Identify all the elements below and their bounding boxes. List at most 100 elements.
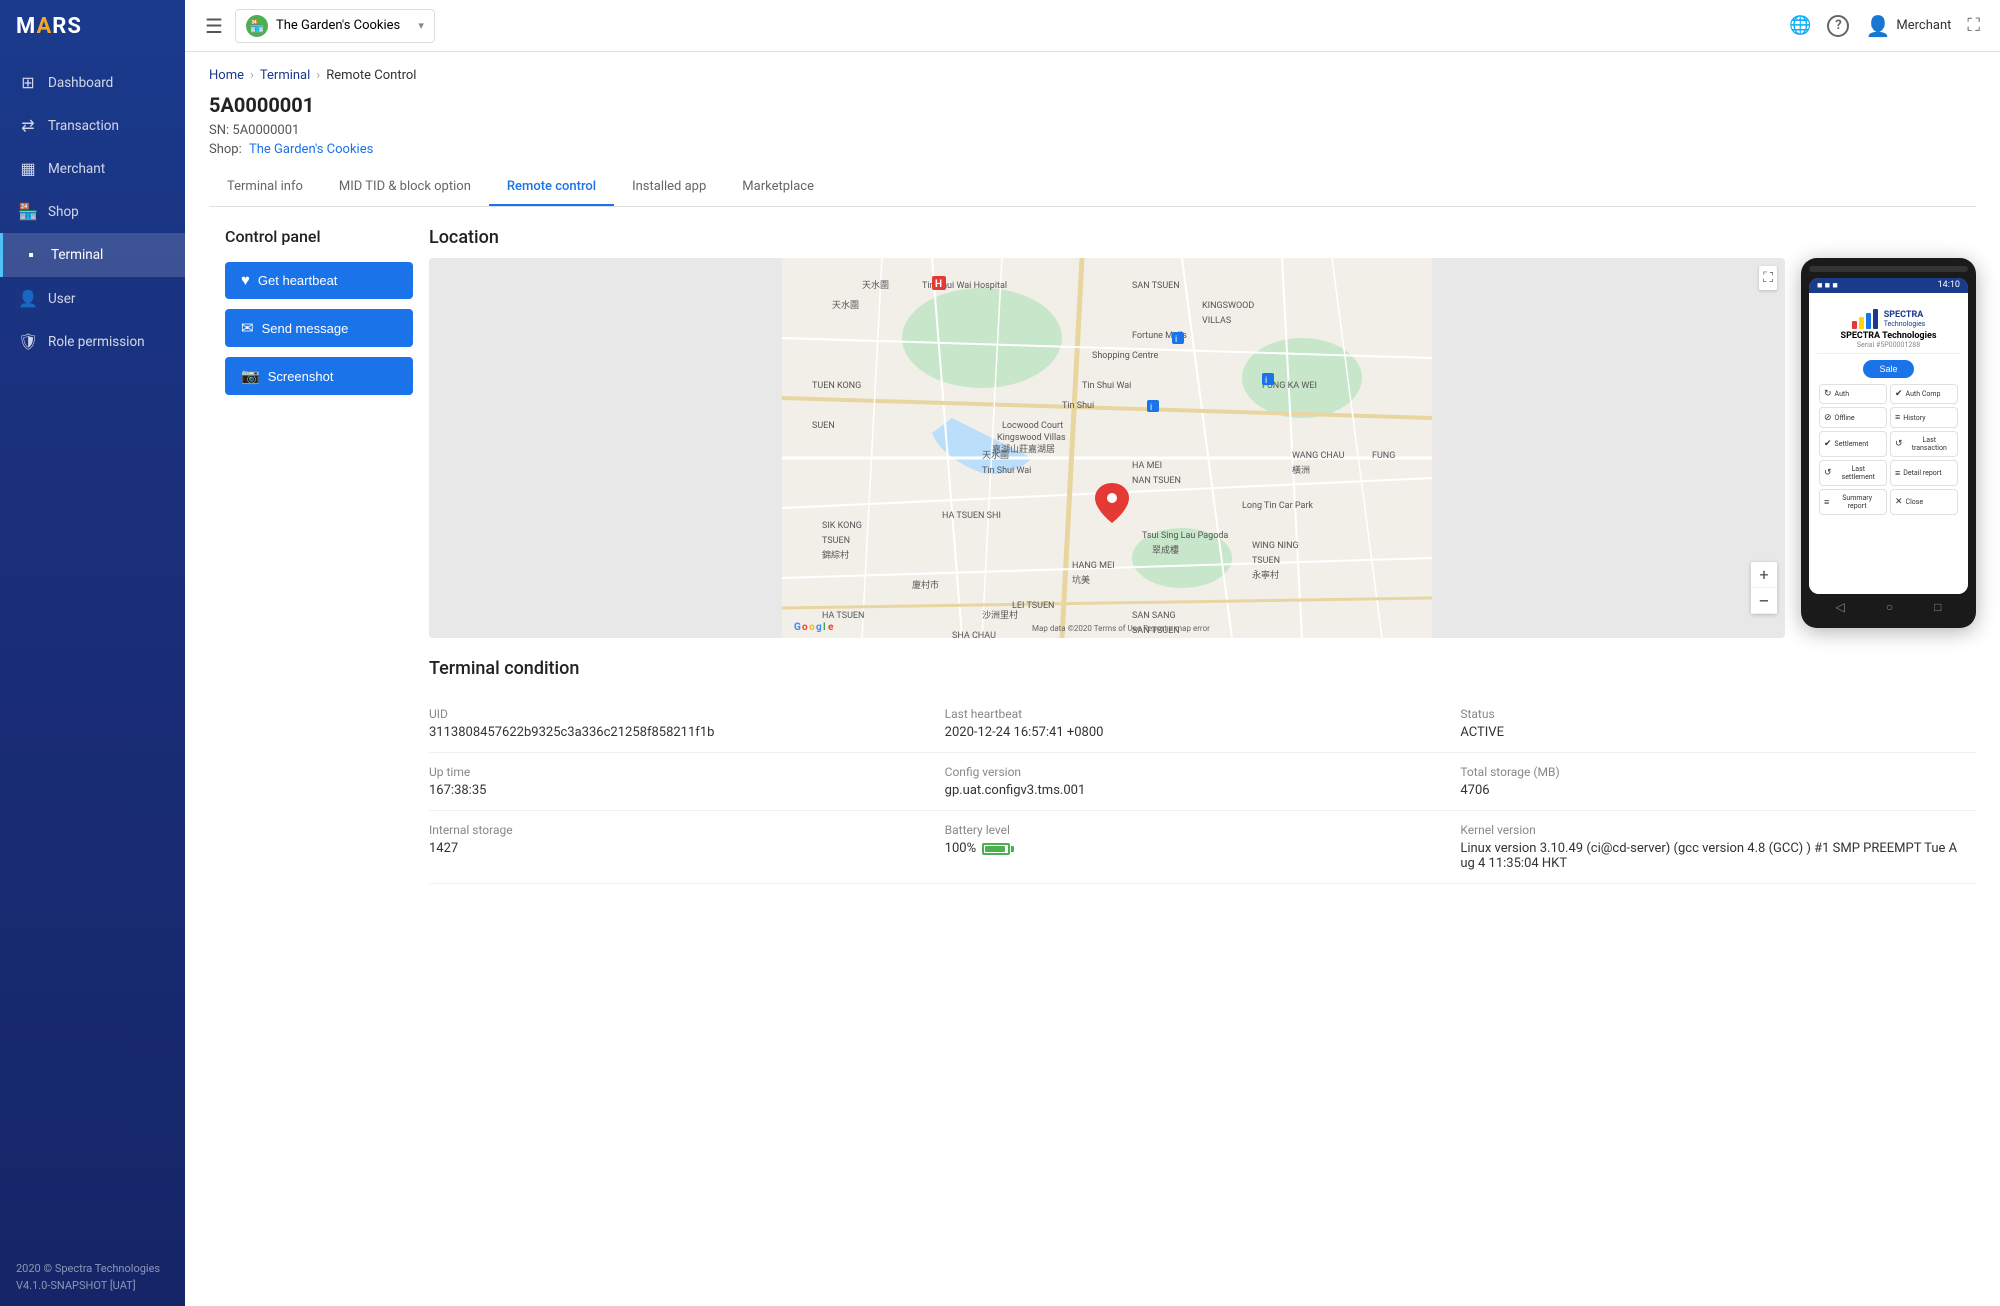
device-preview: ■ ■ ■ 14:10 bbox=[1801, 258, 1976, 638]
sidebar-footer: 2020 © Spectra TechnologiesV4.1.0-SNAPSH… bbox=[0, 1249, 185, 1306]
phone-grid-history: ≡ History bbox=[1890, 407, 1958, 428]
svg-text:H: H bbox=[935, 279, 942, 290]
phone-app-area: SPECTRA Technologies SPECTRA Technologie… bbox=[1809, 293, 1968, 594]
svg-text:HA MEI: HA MEI bbox=[1132, 461, 1162, 471]
phone-grid-last-settlement: ↺ Last settlement bbox=[1819, 460, 1887, 486]
merchant-icon: ▦ bbox=[18, 159, 38, 178]
phone-logo-area: SPECTRA Technologies SPECTRA Technologie… bbox=[1817, 301, 1960, 354]
svg-text:翠成樓: 翠成樓 bbox=[1152, 544, 1179, 556]
zoom-in-button[interactable]: + bbox=[1751, 562, 1777, 588]
svg-text:橫洲: 橫洲 bbox=[1292, 464, 1310, 476]
control-panel-title: Control panel bbox=[225, 227, 413, 246]
sidebar: MARS ⊞ Dashboard ⇄ Transaction ▦ Merchan… bbox=[0, 0, 185, 1306]
svg-text:嘉湖山莊嘉湖居: 嘉湖山莊嘉湖居 bbox=[992, 443, 1055, 455]
camera-icon: 📷 bbox=[241, 367, 260, 385]
transaction-icon: ⇄ bbox=[18, 116, 38, 135]
svg-text:o: o bbox=[809, 622, 815, 633]
shop-selector[interactable]: 🏪 The Garden's Cookies ▾ bbox=[235, 9, 435, 43]
sidebar-logo: MARS bbox=[0, 0, 185, 53]
tc-config-version: Config version gp.uat.configv3.tms.001 bbox=[945, 753, 1461, 811]
tc-battery-label: Battery level bbox=[945, 823, 1445, 837]
globe-icon[interactable]: 🌐 bbox=[1789, 15, 1811, 36]
phone-recent-icon[interactable]: □ bbox=[1934, 600, 1941, 614]
user-icon: 👤 bbox=[18, 289, 38, 308]
spectra-sub: Technologies bbox=[1884, 320, 1926, 328]
svg-text:HA TSUEN: HA TSUEN bbox=[822, 611, 864, 621]
tab-marketplace[interactable]: Marketplace bbox=[724, 169, 832, 206]
tc-kernel-value: Linux version 3.10.49 (ci@cd-server) (gc… bbox=[1460, 841, 1960, 871]
phone-top-bar bbox=[1809, 266, 1968, 272]
terminal-id: 5A0000001 bbox=[209, 93, 1976, 117]
location-title: Location bbox=[429, 227, 1976, 248]
tab-mid-tid[interactable]: MID TID & block option bbox=[321, 169, 489, 206]
terminal-condition: Terminal condition UID 3113808457622b932… bbox=[429, 638, 1976, 884]
phone-grid-settlement: ✔ Settlement bbox=[1819, 431, 1887, 457]
history-icon: ≡ bbox=[1895, 412, 1900, 423]
svg-text:Tin Shui Wai: Tin Shui Wai bbox=[1082, 381, 1131, 391]
breadcrumb-terminal[interactable]: Terminal bbox=[260, 68, 310, 83]
phone-home-icon[interactable]: ○ bbox=[1886, 600, 1893, 614]
svg-text:天水圍: 天水圍 bbox=[862, 279, 889, 291]
svg-text:SAN SANG: SAN SANG bbox=[1132, 611, 1176, 621]
tc-internal-value: 1427 bbox=[429, 841, 929, 856]
send-message-button[interactable]: ✉ Send message bbox=[225, 309, 413, 347]
svg-text:i: i bbox=[1175, 335, 1177, 345]
svg-text:WANG CHAU: WANG CHAU bbox=[1292, 451, 1345, 461]
shop-selector-name: The Garden's Cookies bbox=[276, 18, 410, 33]
get-heartbeat-button[interactable]: ♥ Get heartbeat bbox=[225, 262, 413, 299]
tc-heartbeat-value: 2020-12-24 16:57:41 +0800 bbox=[945, 725, 1445, 740]
sidebar-item-terminal[interactable]: ▪ Terminal bbox=[0, 233, 185, 277]
map-expand-button[interactable]: ⛶ bbox=[1759, 266, 1777, 290]
topbar-right: 🌐 ? 👤 Merchant ⛶ bbox=[1789, 14, 1980, 38]
svg-text:G: G bbox=[794, 622, 801, 633]
help-icon[interactable]: ? bbox=[1827, 15, 1849, 37]
user-area[interactable]: 👤 Merchant bbox=[1865, 14, 1951, 38]
tc-kernel-label: Kernel version bbox=[1460, 823, 1960, 837]
tc-internal-label: Internal storage bbox=[429, 823, 929, 837]
tab-remote-control[interactable]: Remote control bbox=[489, 169, 614, 206]
svg-text:SAN TSUEN: SAN TSUEN bbox=[1132, 281, 1180, 291]
shop-link[interactable]: The Garden's Cookies bbox=[249, 142, 373, 157]
zoom-out-button[interactable]: − bbox=[1751, 588, 1777, 614]
sidebar-item-shop[interactable]: 🏪 Shop bbox=[0, 190, 185, 233]
phone-back-icon[interactable]: ◁ bbox=[1836, 600, 1845, 614]
auth-icon: ↻ bbox=[1824, 389, 1832, 399]
svg-text:TUEN KONG: TUEN KONG bbox=[812, 381, 861, 391]
tab-content: Control panel ♥ Get heartbeat ✉ Send mes… bbox=[209, 207, 1976, 884]
chevron-down-icon: ▾ bbox=[418, 19, 424, 32]
breadcrumb-home[interactable]: Home bbox=[209, 68, 244, 83]
phone-sale-button[interactable]: Sale bbox=[1863, 360, 1913, 378]
phone-grid-auth: ↻ Auth bbox=[1819, 384, 1887, 404]
sidebar-item-merchant[interactable]: ▦ Merchant bbox=[0, 147, 185, 190]
phone-mockup: ■ ■ ■ 14:10 bbox=[1801, 258, 1976, 628]
tc-storage-label: Total storage (MB) bbox=[1460, 765, 1960, 779]
hamburger-icon[interactable]: ☰ bbox=[205, 14, 223, 38]
screenshot-button[interactable]: 📷 Screenshot bbox=[225, 357, 413, 395]
main-area: ☰ 🏪 The Garden's Cookies ▾ 🌐 ? 👤 Merchan… bbox=[185, 0, 2000, 1306]
terminal-icon: ▪ bbox=[21, 245, 41, 265]
sidebar-item-role-permission[interactable]: 🛡 Role permission bbox=[0, 320, 185, 363]
phone-grid-summary-report: ≡ Summary report bbox=[1819, 489, 1887, 515]
sidebar-item-user[interactable]: 👤 User bbox=[0, 277, 185, 320]
svg-text:Tsui Sing Lau Pagoda: Tsui Sing Lau Pagoda bbox=[1142, 531, 1228, 541]
message-icon: ✉ bbox=[241, 319, 254, 337]
tab-terminal-info[interactable]: Terminal info bbox=[209, 169, 321, 206]
tc-last-heartbeat: Last heartbeat 2020-12-24 16:57:41 +0800 bbox=[945, 695, 1461, 753]
tc-status: Status ACTIVE bbox=[1460, 695, 1976, 753]
tab-installed-app[interactable]: Installed app bbox=[614, 169, 724, 206]
logo-text: MARS bbox=[16, 14, 82, 39]
shop-icon: 🏪 bbox=[18, 202, 38, 221]
svg-text:TSUEN: TSUEN bbox=[822, 536, 850, 546]
sidebar-nav: ⊞ Dashboard ⇄ Transaction ▦ Merchant 🏪 S… bbox=[0, 53, 185, 1249]
expand-icon[interactable]: ⛶ bbox=[1967, 15, 1980, 36]
offline-icon: ⊘ bbox=[1824, 413, 1832, 423]
spectra-logo: SPECTRA Technologies bbox=[1852, 309, 1926, 329]
svg-text:Shopping Centre: Shopping Centre bbox=[1092, 351, 1158, 361]
svg-text:VILLAS: VILLAS bbox=[1202, 316, 1231, 326]
tc-heartbeat-label: Last heartbeat bbox=[945, 707, 1445, 721]
sidebar-item-dashboard[interactable]: ⊞ Dashboard bbox=[0, 61, 185, 104]
sidebar-item-transaction[interactable]: ⇄ Transaction bbox=[0, 104, 185, 147]
breadcrumb-sep-1: › bbox=[250, 68, 254, 83]
tc-status-value: ACTIVE bbox=[1460, 725, 1960, 740]
heartbeat-icon: ♥ bbox=[241, 272, 250, 289]
